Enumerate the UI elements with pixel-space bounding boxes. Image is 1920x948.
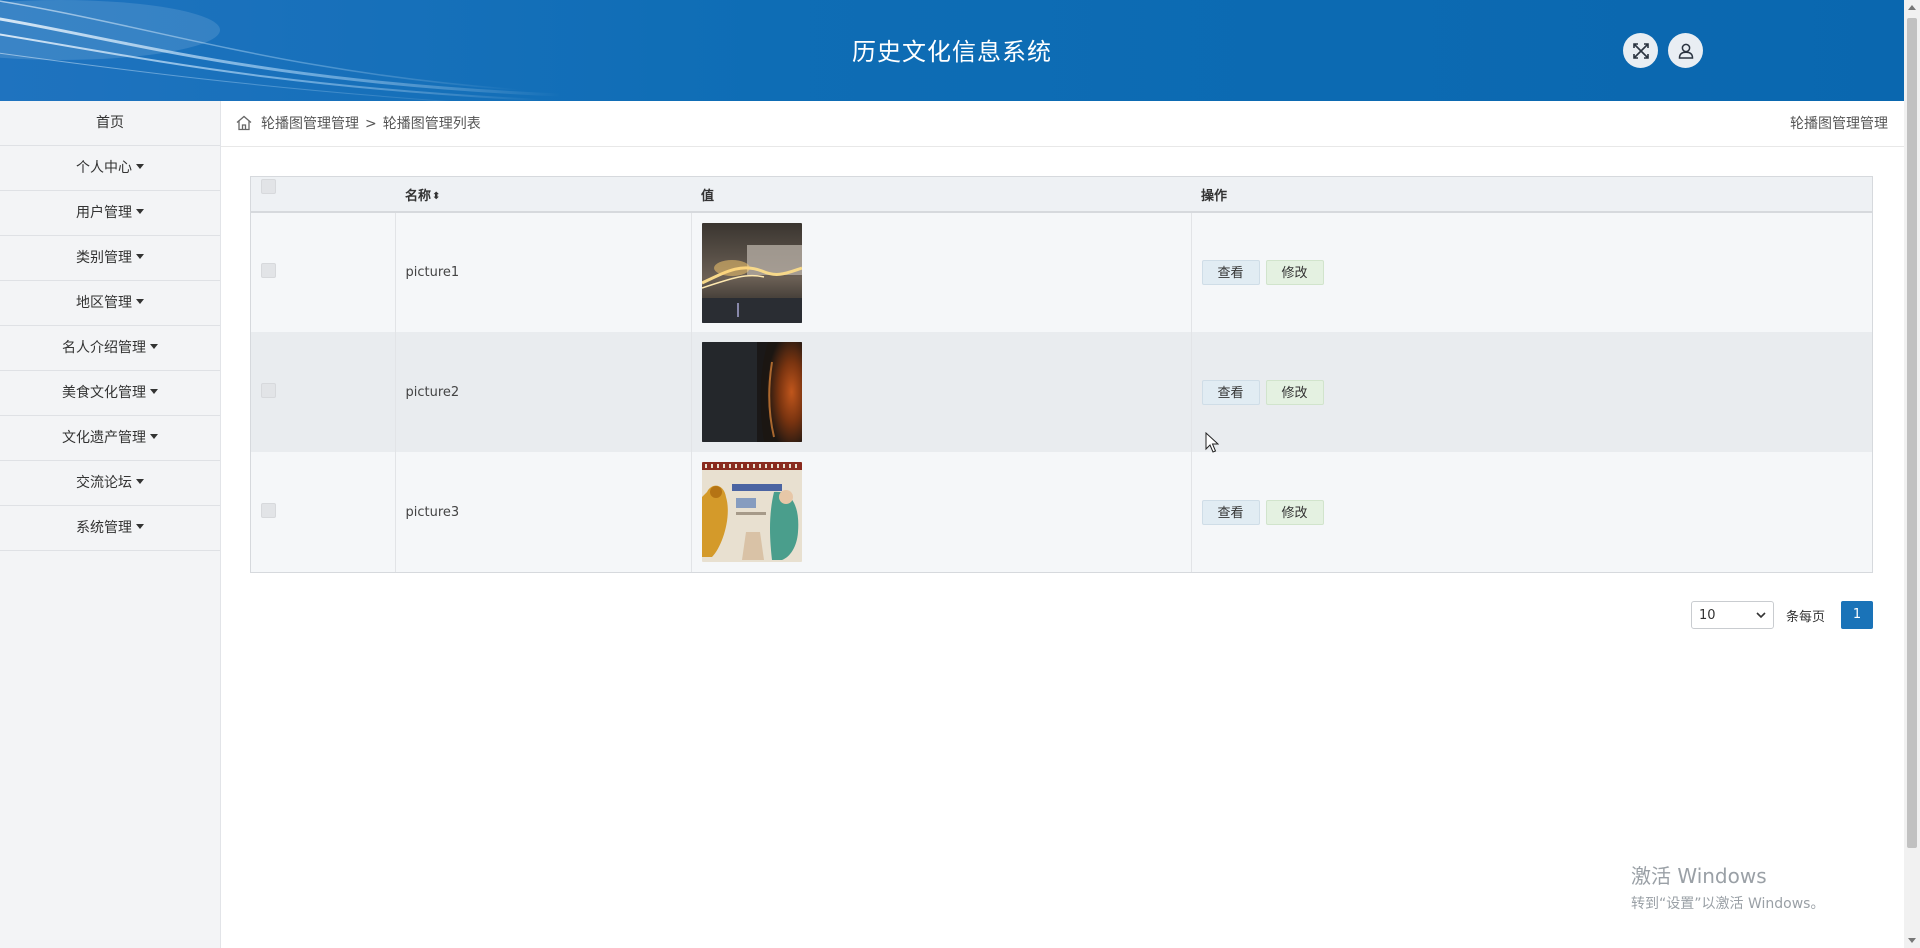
breadcrumb-trail: 轮播图管理管理 > 轮播图管理列表: [261, 101, 481, 147]
name-cell: picture2: [395, 332, 692, 452]
caret-down-icon: [136, 298, 144, 304]
sidebar-item-label: 名人介绍管理: [62, 340, 146, 356]
row-select-cell: [251, 452, 396, 572]
pagination: 10 条每页 1: [1690, 601, 1873, 629]
caret-down-icon: [136, 478, 144, 484]
per-page-label: 条每页: [1785, 609, 1825, 625]
column-header-value: 值: [691, 177, 1191, 213]
view-button[interactable]: 查看: [1201, 499, 1260, 525]
caret-down-icon: [136, 253, 144, 259]
value-cell: [691, 452, 1192, 572]
edit-button[interactable]: 修改: [1265, 499, 1324, 525]
sidebar-item-label: 系统管理: [76, 520, 132, 536]
action-cell: 查看 修改: [1191, 452, 1872, 572]
user-icon: [1678, 43, 1693, 59]
sidebar-item-label: 交流论坛: [76, 475, 132, 491]
column-header-name[interactable]: 名称⬍: [395, 177, 691, 213]
view-button[interactable]: 查看: [1201, 379, 1260, 405]
exhibition-hall-light-image[interactable]: [701, 222, 802, 323]
sidebar-item-food-culture-management[interactable]: 美食文化管理: [0, 371, 220, 416]
sidebar-nav: 首页 个人中心 用户管理 类别管理 地区管理 名人介绍管理 美食文化管理 文化遗…: [0, 101, 221, 948]
user-menu-button[interactable]: [1668, 33, 1703, 68]
scrollbar-thumb[interactable]: [1907, 18, 1917, 848]
breadcrumb-level2: 轮播图管理列表: [382, 116, 481, 132]
sort-icon[interactable]: ⬍: [432, 191, 440, 202]
row-select-cell: [251, 332, 396, 452]
column-header-name-label: 名称: [405, 188, 432, 204]
breadcrumb: 轮播图管理管理 > 轮播图管理列表 轮播图管理管理: [221, 101, 1904, 147]
sidebar-item-home[interactable]: 首页: [0, 101, 220, 146]
sidebar-item-personal-center[interactable]: 个人中心: [0, 146, 220, 191]
windows-activation-watermark: 激活 Windows 转到“设置”以激活 Windows。: [1631, 860, 1824, 913]
sidebar-item-label: 个人中心: [76, 160, 132, 176]
caret-down-icon: [136, 523, 144, 529]
sidebar-item-label: 地区管理: [76, 295, 132, 311]
page-title: 轮播图管理管理: [1790, 116, 1888, 132]
sidebar-item-region-management[interactable]: 地区管理: [0, 281, 220, 326]
action-cell: 查看 修改: [1191, 212, 1872, 332]
sidebar-item-user-management[interactable]: 用户管理: [0, 191, 220, 236]
breadcrumb-separator: >: [365, 116, 377, 132]
action-cell: 查看 修改: [1191, 332, 1872, 452]
table-header-row: 名称⬍ 值 操作: [251, 177, 1872, 213]
table-row: picture2 查看 修改: [251, 332, 1872, 452]
column-header-action-label: 操作: [1201, 188, 1228, 204]
row-checkbox[interactable]: [261, 502, 276, 518]
caret-down-icon: [136, 208, 144, 214]
watermark-line1: 激活 Windows: [1631, 864, 1767, 888]
vertical-scrollbar[interactable]: [1904, 0, 1920, 948]
sidebar-item-label: 文化遗产管理: [62, 430, 146, 446]
expand-icon: [1632, 42, 1649, 59]
select-all-checkbox[interactable]: [261, 178, 276, 194]
sidebar-item-system-management[interactable]: 系统管理: [0, 506, 220, 551]
sidebar-item-label: 美食文化管理: [62, 385, 146, 401]
edit-button[interactable]: 修改: [1265, 379, 1324, 405]
select-all-header: [251, 177, 395, 213]
cultural-heritage-poster-image[interactable]: [701, 462, 802, 562]
caret-down-icon: [150, 433, 158, 439]
watermark-line2: 转到“设置”以激活 Windows。: [1631, 896, 1825, 912]
caret-down-icon: [150, 388, 158, 394]
sidebar-item-category-management[interactable]: 类别管理: [0, 236, 220, 281]
sidebar-item-label: 用户管理: [76, 205, 132, 221]
row-checkbox[interactable]: [261, 382, 276, 398]
mouse-cursor-icon: [1205, 432, 1219, 453]
amber-vase-image[interactable]: [701, 342, 802, 442]
view-button[interactable]: 查看: [1201, 260, 1260, 285]
table-row: picture3 查看 修改: [251, 452, 1872, 572]
carousel-table: 名称⬍ 值 操作 picture1 查看 修改 picture2 查看 修改 p…: [250, 176, 1873, 573]
table-row: picture1 查看 修改: [251, 212, 1872, 332]
home-icon[interactable]: [235, 114, 253, 132]
app-header: 历史文化信息系统: [0, 0, 1904, 101]
sidebar-item-forum[interactable]: 交流论坛: [0, 461, 220, 506]
page-size-select[interactable]: 10: [1690, 601, 1774, 629]
chevron-down-icon: [1756, 612, 1766, 619]
caret-down-icon: [150, 343, 158, 349]
scroll-down-icon[interactable]: [1908, 938, 1916, 943]
sidebar-item-celebrity-management[interactable]: 名人介绍管理: [0, 326, 220, 371]
name-cell: picture3: [395, 452, 692, 572]
breadcrumb-level1[interactable]: 轮播图管理管理: [261, 116, 359, 132]
fullscreen-button[interactable]: [1623, 33, 1658, 68]
app-title: 历史文化信息系统: [852, 38, 1052, 66]
value-cell: [691, 332, 1192, 452]
column-header-action: 操作: [1191, 177, 1872, 213]
sidebar-item-label: 类别管理: [76, 250, 132, 266]
row-select-cell: [251, 212, 396, 332]
scroll-up-icon[interactable]: [1908, 5, 1916, 10]
value-cell: [691, 212, 1192, 332]
name-cell: picture1: [395, 212, 692, 332]
column-header-value-label: 值: [701, 188, 715, 204]
row-checkbox[interactable]: [261, 263, 276, 278]
sidebar-item-heritage-management[interactable]: 文化遗产管理: [0, 416, 220, 461]
caret-down-icon: [136, 163, 144, 169]
edit-button[interactable]: 修改: [1265, 260, 1324, 285]
page-button-current[interactable]: 1: [1841, 601, 1873, 629]
page-size-value: 10: [1698, 607, 1716, 623]
sidebar-item-label: 首页: [96, 115, 124, 131]
